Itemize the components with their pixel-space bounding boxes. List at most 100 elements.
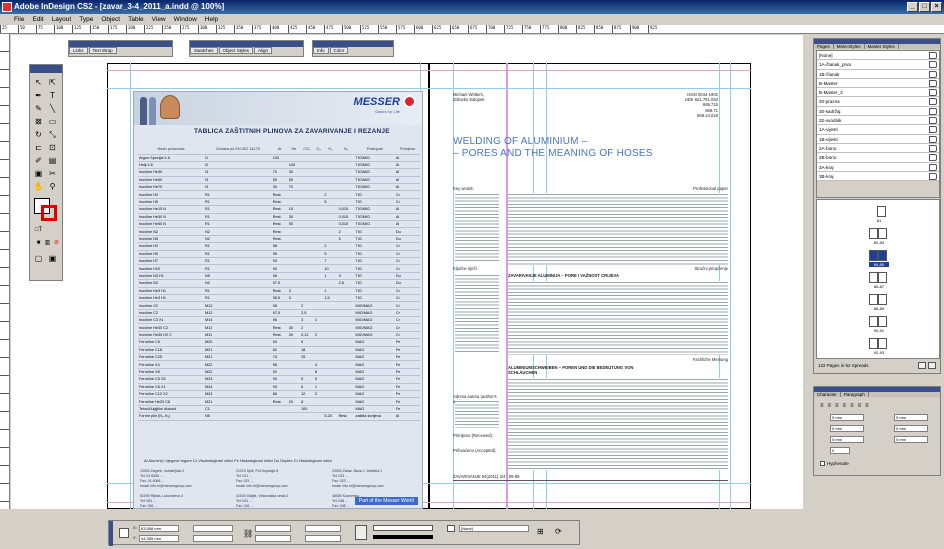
justify-full-icon[interactable]: ≡ (865, 403, 869, 409)
page-spreads[interactable]: 81 82-83 84-85 86-87 88-89 90-91 92-93 (816, 199, 940, 359)
tab-color[interactable]: Color (329, 47, 349, 54)
issn-block[interactable]: ISSN 0044-1902 UDK 621.791.053 669.715 6… (650, 92, 718, 118)
tab-links[interactable]: Links (69, 47, 88, 54)
english-abstract[interactable] (508, 193, 728, 265)
guide[interactable] (453, 63, 454, 509)
type-tool-icon[interactable]: T (47, 90, 58, 101)
scale-tool-icon[interactable]: ⤡ (47, 129, 58, 140)
master-list-item[interactable]: 3B-kraj (817, 171, 939, 182)
menu-file[interactable]: File (14, 16, 24, 23)
right-indent-field[interactable]: 0 mm (894, 414, 928, 421)
vertical-ruler[interactable] (0, 34, 10, 509)
pen-tool-icon[interactable]: ✒ (33, 90, 44, 101)
justify-all-icon[interactable]: ≡ (850, 403, 854, 409)
hand-tool-icon[interactable]: ✋ (33, 181, 44, 192)
pages-panel[interactable]: Pages Meta-Styles Master Styles [None] 1A… (813, 38, 941, 374)
master-list-item[interactable]: B-Master (817, 78, 939, 89)
author-block[interactable]: Michael Wolters, Zdravko Salopek (453, 92, 543, 102)
page-thumbnail-icon[interactable] (869, 294, 878, 305)
zoom-tool-icon[interactable]: ⚲ (47, 181, 58, 192)
formatting-container-icon[interactable]: □T (33, 225, 44, 236)
info-panel[interactable]: Info Color (312, 40, 394, 57)
maximize-button[interactable]: □ (919, 2, 930, 12)
pencil-tool-icon[interactable]: ✎ (33, 103, 44, 114)
guide[interactable] (730, 63, 731, 509)
stroke-swatch-icon[interactable] (41, 205, 57, 221)
button-tool-icon[interactable]: ▣ (33, 168, 44, 179)
tab-master-styles[interactable]: Master Styles (865, 44, 899, 49)
scale-x-field[interactable] (255, 525, 291, 532)
tab-meta-styles[interactable]: Meta-Styles (834, 44, 865, 49)
normal-view-icon[interactable]: ▢ (33, 253, 44, 264)
first-line-indent-field[interactable]: 0 mm (830, 425, 864, 432)
kljucne-rijeci-list[interactable] (455, 274, 499, 352)
shear-field[interactable] (305, 535, 341, 542)
rectangle-frame-tool-icon[interactable]: ⊠ (33, 116, 44, 127)
tab-pages[interactable]: Pages (814, 44, 834, 49)
character-panel[interactable]: Character Paragraph ≡ ≡ ≡ ≡ ≡ ≡ ≡ 0 mm 0… (813, 386, 941, 476)
preview-view-icon[interactable]: ▣ (47, 253, 58, 264)
selection-tool-icon[interactable]: ↖ (33, 77, 44, 88)
menu-table[interactable]: Table (128, 16, 144, 23)
master-list-item[interactable]: 1A-vijesti (817, 125, 939, 135)
menu-object[interactable]: Object (101, 16, 120, 23)
croatian-abstract[interactable] (508, 281, 728, 355)
menu-help[interactable]: Help (205, 16, 218, 23)
page-spread-thumbnail[interactable] (869, 228, 887, 239)
page-thumbnail-icon[interactable] (878, 294, 887, 305)
stroke-weight-field[interactable] (373, 525, 433, 531)
page-spread-thumbnail[interactable] (869, 272, 887, 283)
trash-icon[interactable] (928, 362, 936, 369)
master-list-item[interactable]: 3A-kraj (817, 162, 939, 172)
master-list-item[interactable]: B-Master_2 (817, 88, 939, 98)
tab-paragraph[interactable]: Paragraph (841, 392, 869, 397)
page-thumbnail-icon[interactable] (878, 272, 887, 283)
tab-info[interactable]: Info (313, 47, 329, 54)
drop-cap-lines-field[interactable]: 0 (830, 447, 850, 454)
apply-none-icon[interactable]: ⊘ (51, 238, 62, 249)
constrain-proportions-icon[interactable]: ⛓ (243, 529, 253, 538)
eyedropper-tool-icon[interactable]: ✐ (33, 155, 44, 166)
guide[interactable] (107, 88, 751, 89)
close-button[interactable]: × (931, 2, 942, 12)
hyphenate-option[interactable]: Hyphenate (820, 461, 849, 466)
tab-object-styles[interactable]: Object Styles (218, 47, 254, 54)
menu-view[interactable]: View (152, 16, 166, 23)
page-spread-thumbnail[interactable] (869, 338, 887, 349)
rotation-field[interactable] (305, 525, 341, 532)
reference-point-icon[interactable] (119, 528, 129, 538)
menu-layout[interactable]: Layout (52, 16, 72, 23)
align-center-icon[interactable]: ≡ (828, 403, 832, 409)
menu-type[interactable]: Type (79, 16, 93, 23)
tab-swatches[interactable]: Swatches (190, 47, 218, 54)
menu-window[interactable]: Window (174, 16, 197, 23)
page-spread-thumbnail[interactable] (869, 316, 887, 327)
page-thumbnail-icon[interactable] (878, 338, 887, 349)
german-abstract[interactable] (508, 378, 728, 470)
stroke-type-select[interactable] (373, 535, 433, 539)
links-panel[interactable]: Links Text Wrap (68, 40, 173, 57)
new-page-icon[interactable] (918, 362, 926, 369)
gradient-tool-icon[interactable]: ▤ (47, 155, 58, 166)
select-container-icon[interactable]: ⊞ (537, 527, 544, 536)
master-list-item[interactable]: [None] (817, 51, 939, 61)
align-right-icon[interactable]: ≡ (835, 403, 839, 409)
page-spread-thumbnail[interactable] (869, 294, 887, 305)
page-spread-thumbnail[interactable] (869, 250, 887, 261)
rectangle-tool-icon[interactable]: ▭ (47, 116, 58, 127)
page-thumbnail-icon[interactable] (869, 228, 878, 239)
menu-edit[interactable]: Edit (32, 16, 43, 23)
minimize-button[interactable]: _ (907, 2, 918, 12)
messer-advertisement[interactable]: MESSER Gases for Life TABLICA ZAŠTITNIH … (133, 91, 423, 509)
guide[interactable] (130, 63, 131, 509)
rotate-tool-icon[interactable]: ↻ (33, 129, 44, 140)
tab-text-wrap[interactable]: Text Wrap (88, 47, 117, 54)
y-position-field[interactable]: 44,385 mm (139, 535, 179, 542)
height-field[interactable] (193, 535, 233, 542)
object-style-select[interactable]: [None] (459, 525, 529, 532)
scissors-tool-icon[interactable]: ✂ (47, 168, 58, 179)
page-thumbnail-icon[interactable] (878, 250, 887, 261)
page-thumbnail-icon[interactable] (878, 228, 887, 239)
select-content-icon[interactable]: ⟳ (555, 527, 562, 536)
space-before-field[interactable]: 0 mm (830, 436, 864, 443)
